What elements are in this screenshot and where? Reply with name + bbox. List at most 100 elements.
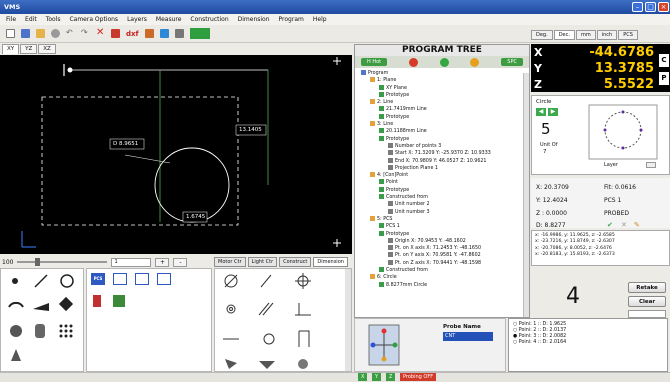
tree-node[interactable]: End X: 70.9809 Y: 46.0527 Z: 10.9621 xyxy=(361,157,529,165)
run-button[interactable] xyxy=(439,57,449,67)
menu-measure[interactable]: Measure xyxy=(156,16,182,23)
circle-tool-icon[interactable] xyxy=(60,274,74,288)
diameter-icon[interactable] xyxy=(263,333,275,345)
tab-motor-ctr[interactable]: Motor Ctr xyxy=(214,257,246,267)
menu-tools[interactable]: Tools xyxy=(46,16,61,23)
sphere-tool-icon[interactable] xyxy=(10,325,22,337)
axis-align-icon[interactable] xyxy=(113,273,127,285)
menu-construction[interactable]: Construction xyxy=(190,16,228,23)
edit-icon[interactable]: ✎ xyxy=(634,221,640,229)
tab-mm[interactable]: mm xyxy=(575,30,596,40)
sphericity-icon[interactable] xyxy=(298,359,308,369)
pause-button[interactable] xyxy=(470,57,480,67)
tree-node[interactable]: 1: Plane xyxy=(361,77,529,84)
zoom-select[interactable]: 1 xyxy=(111,257,152,267)
tree-node[interactable]: 5: PCS xyxy=(361,215,529,223)
arc-tool-icon[interactable] xyxy=(8,301,24,308)
menu-camera-options[interactable]: Camera Options xyxy=(69,16,118,23)
menu-layers[interactable]: Layers xyxy=(127,16,147,23)
retake-button[interactable]: Retake xyxy=(628,282,666,293)
program-tree-scrollbar[interactable] xyxy=(523,73,529,317)
cone-angle-icon[interactable] xyxy=(259,361,275,369)
tree-node[interactable]: Projection Plane 1 xyxy=(361,164,529,172)
dimension-label-diameter[interactable]: D 8.9651 xyxy=(113,141,138,147)
menu-file[interactable]: File xyxy=(6,16,16,23)
tree-node[interactable]: 20.1188mm Line xyxy=(361,128,529,135)
width-icon[interactable] xyxy=(298,330,310,347)
datum-icon[interactable] xyxy=(157,273,171,285)
tree-node[interactable]: Start X: 71.3209 Y: -25.9370 Z: 10.9333 xyxy=(361,150,529,157)
tree-node[interactable]: Unit number 2 xyxy=(361,201,529,208)
angle-tool-icon[interactable] xyxy=(33,303,49,311)
green-status-indicator[interactable] xyxy=(189,28,210,39)
zoom-slider[interactable] xyxy=(17,258,108,266)
plane-tool-icon[interactable] xyxy=(58,296,74,312)
tab-xy[interactable]: XY xyxy=(2,44,20,54)
tools-scrollbar[interactable] xyxy=(345,269,351,371)
result-dropdown[interactable] xyxy=(628,310,666,318)
grid-icon[interactable] xyxy=(159,29,169,38)
probe-point-option[interactable]: ○ Poini: 4 :: D: 2.0164 xyxy=(513,340,663,346)
zoom-in-button[interactable]: + xyxy=(155,257,170,267)
tree-node[interactable]: Prototype xyxy=(361,186,529,194)
pcs-icon[interactable]: PCS xyxy=(91,273,105,285)
menu-program[interactable]: Program xyxy=(279,16,304,23)
tree-node[interactable]: 8.8277mm Circle xyxy=(361,281,529,289)
save-icon[interactable] xyxy=(21,29,30,38)
tree-node[interactable]: 6: Circle xyxy=(361,274,529,281)
close-button[interactable]: × xyxy=(658,2,669,12)
camera-icon[interactable] xyxy=(174,29,184,38)
tree-node[interactable]: 21.7419mm Line xyxy=(361,106,529,113)
perpendicularity-icon[interactable] xyxy=(295,303,311,316)
accept-icon[interactable]: ✔ xyxy=(607,221,613,229)
minimize-button[interactable]: – xyxy=(632,2,643,12)
tree-node[interactable]: Pt. on X axis X: 71.2453 Y: -48.1650 xyxy=(361,245,529,252)
record-button[interactable] xyxy=(408,57,418,67)
tree-node[interactable]: Pt. on Y axis X: 70.9581 Y: -47.8602 xyxy=(361,252,529,259)
probe-name-select[interactable]: CNT xyxy=(443,332,493,341)
dimension-label-short[interactable]: 1.6745 xyxy=(186,214,205,220)
tab-pcs[interactable]: PCS xyxy=(618,30,638,40)
cone-tool-icon[interactable] xyxy=(11,349,21,361)
concentricity-icon[interactable] xyxy=(226,304,236,314)
tree-node[interactable]: Number of points 3 xyxy=(361,142,529,150)
tab-deg[interactable]: Deg. xyxy=(531,30,553,40)
tab-construct[interactable]: Construct xyxy=(279,257,312,267)
prev-feature-button[interactable]: ◀ xyxy=(536,108,546,116)
spc-button[interactable]: SPC xyxy=(501,58,523,66)
tab-dimension[interactable]: Dimension xyxy=(313,257,348,267)
tree-node[interactable]: PCS 1 xyxy=(361,223,529,230)
settings-icon[interactable] xyxy=(51,29,60,38)
new-file-icon[interactable] xyxy=(6,29,15,38)
tree-node[interactable]: Prototype xyxy=(361,113,529,121)
line-tool-icon[interactable] xyxy=(34,274,48,288)
maximize-button[interactable]: □ xyxy=(645,2,656,12)
open-folder-icon[interactable] xyxy=(36,29,45,38)
tree-node[interactable]: Prototype xyxy=(361,135,529,143)
tree-node[interactable]: 4: [Con]Point xyxy=(361,172,529,179)
menu-dimension[interactable]: Dimension xyxy=(238,16,270,23)
reject-icon[interactable]: ✕ xyxy=(621,221,627,229)
straightness-icon[interactable] xyxy=(260,274,272,288)
tree-node[interactable]: Constructed from xyxy=(361,267,529,274)
menu-edit[interactable]: Edit xyxy=(25,16,37,23)
rotate-axis-icon[interactable] xyxy=(135,273,149,285)
home-button[interactable]: H Hot xyxy=(361,58,388,66)
cylinder-tool-icon[interactable] xyxy=(35,324,45,338)
tree-node[interactable]: 2: Line xyxy=(361,99,529,106)
dro-p-button[interactable]: P xyxy=(659,72,669,85)
stop-icon[interactable] xyxy=(111,29,120,38)
redo-icon[interactable]: ↷ xyxy=(81,29,90,38)
tab-xz[interactable]: XZ xyxy=(38,44,56,54)
layer-dropdown[interactable] xyxy=(646,162,656,168)
tree-node[interactable]: XY Plane xyxy=(361,84,529,92)
measurement-canvas[interactable]: D 8.9651 13.1405 1.6745 xyxy=(0,55,352,254)
points-grid-icon[interactable] xyxy=(59,324,73,338)
clear-button[interactable]: Clear xyxy=(628,296,666,307)
zoom-slider-handle[interactable] xyxy=(35,258,41,266)
undo-icon[interactable]: ↶ xyxy=(66,29,75,38)
dimension-label-distance[interactable]: 13.1405 xyxy=(239,127,262,133)
tab-yz[interactable]: YZ xyxy=(20,44,38,54)
tab-inch[interactable]: inch xyxy=(596,30,618,40)
tree-node[interactable]: Unit number 3 xyxy=(361,208,529,216)
